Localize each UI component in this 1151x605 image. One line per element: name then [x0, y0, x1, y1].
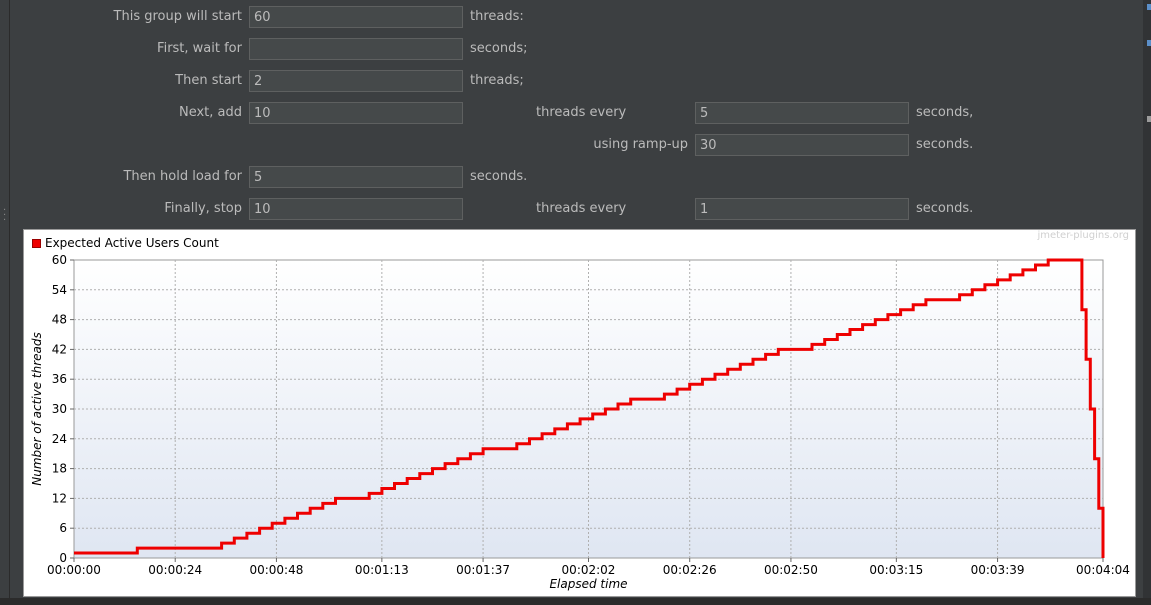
- x-axis-title: Elapsed time: [549, 577, 627, 591]
- x-tick-label: 00:00:00: [47, 563, 101, 577]
- stop-interval-input[interactable]: [695, 198, 909, 220]
- hold-load-unit: seconds.: [470, 169, 528, 184]
- initial-delay-label: First, wait for: [157, 41, 242, 56]
- then-start-label: Then start: [175, 73, 242, 88]
- gutter-marker-icon: [1147, 40, 1151, 46]
- ramp-up-input[interactable]: [695, 134, 909, 156]
- y-tick-label: 12: [52, 491, 67, 505]
- next-add-label: Next, add: [178, 105, 242, 120]
- legend-label: Expected Active Users Count: [45, 236, 219, 250]
- gutter-marker-icon: [1147, 4, 1151, 10]
- finally-stop-label: Finally, stop: [164, 201, 242, 216]
- stop-interval-unit: seconds.: [916, 201, 974, 216]
- expected-users-chart: Expected Active Users Count jmeter-plugi…: [23, 229, 1136, 597]
- next-add-every-label: threads every: [536, 105, 627, 120]
- stop-every-label: threads every: [536, 201, 627, 216]
- initial-delay-input[interactable]: [249, 38, 463, 60]
- y-tick-label: 30: [52, 402, 67, 416]
- x-tick-label: 00:00:24: [148, 563, 202, 577]
- start-threads-input[interactable]: [249, 6, 463, 28]
- x-tick-label: 00:01:37: [456, 563, 510, 577]
- right-gutter: [1143, 0, 1151, 605]
- gutter-marker-icon: [1147, 116, 1151, 122]
- hold-load-label: Then hold load for: [123, 169, 242, 184]
- finally-stop-input[interactable]: [249, 198, 463, 220]
- y-axis-title: Number of active threads: [30, 332, 44, 486]
- y-tick-label: 48: [52, 313, 67, 327]
- y-tick-label: 6: [59, 521, 67, 535]
- then-start-unit: threads;: [470, 73, 524, 88]
- ramp-up-label: using ramp-up: [593, 137, 688, 152]
- next-add-interval-unit: seconds,: [916, 105, 974, 120]
- hold-load-input[interactable]: [249, 166, 463, 188]
- initial-delay-unit: seconds;: [470, 41, 528, 56]
- start-threads-unit: threads:: [470, 9, 524, 24]
- splitter-grip-icon[interactable]: · · ·: [3, 206, 7, 226]
- y-tick-label: 36: [52, 372, 67, 386]
- x-tick-label: 00:03:39: [971, 563, 1025, 577]
- x-tick-label: 00:02:26: [663, 563, 717, 577]
- ramp-up-unit: seconds.: [916, 137, 974, 152]
- x-tick-label: 00:02:02: [562, 563, 616, 577]
- bottom-strip: [0, 598, 1151, 605]
- y-tick-label: 42: [52, 342, 67, 356]
- y-tick-label: 18: [52, 462, 67, 476]
- y-tick-label: 60: [52, 253, 67, 267]
- legend-swatch-icon: [32, 238, 41, 248]
- y-tick-label: 54: [52, 283, 67, 297]
- next-add-input[interactable]: [249, 102, 463, 124]
- y-tick-label: 24: [52, 432, 67, 446]
- x-tick-label: 00:00:48: [249, 563, 303, 577]
- x-tick-label: 00:02:50: [764, 563, 818, 577]
- x-tick-label: 00:03:15: [869, 563, 923, 577]
- next-add-interval-input[interactable]: [695, 102, 909, 124]
- chart-legend: Expected Active Users Count: [32, 236, 219, 250]
- x-tick-label: 00:04:04: [1076, 563, 1130, 577]
- start-threads-label: This group will start: [113, 9, 242, 24]
- chart-plot-svg: 0612182430364248546000:00:00 00:00:24 00:0…: [30, 253, 1130, 591]
- then-start-input[interactable]: [249, 70, 463, 92]
- chart-watermark: jmeter-plugins.org: [1037, 230, 1129, 241]
- left-divider: [9, 0, 10, 605]
- x-tick-label: 00:01:13: [355, 563, 409, 577]
